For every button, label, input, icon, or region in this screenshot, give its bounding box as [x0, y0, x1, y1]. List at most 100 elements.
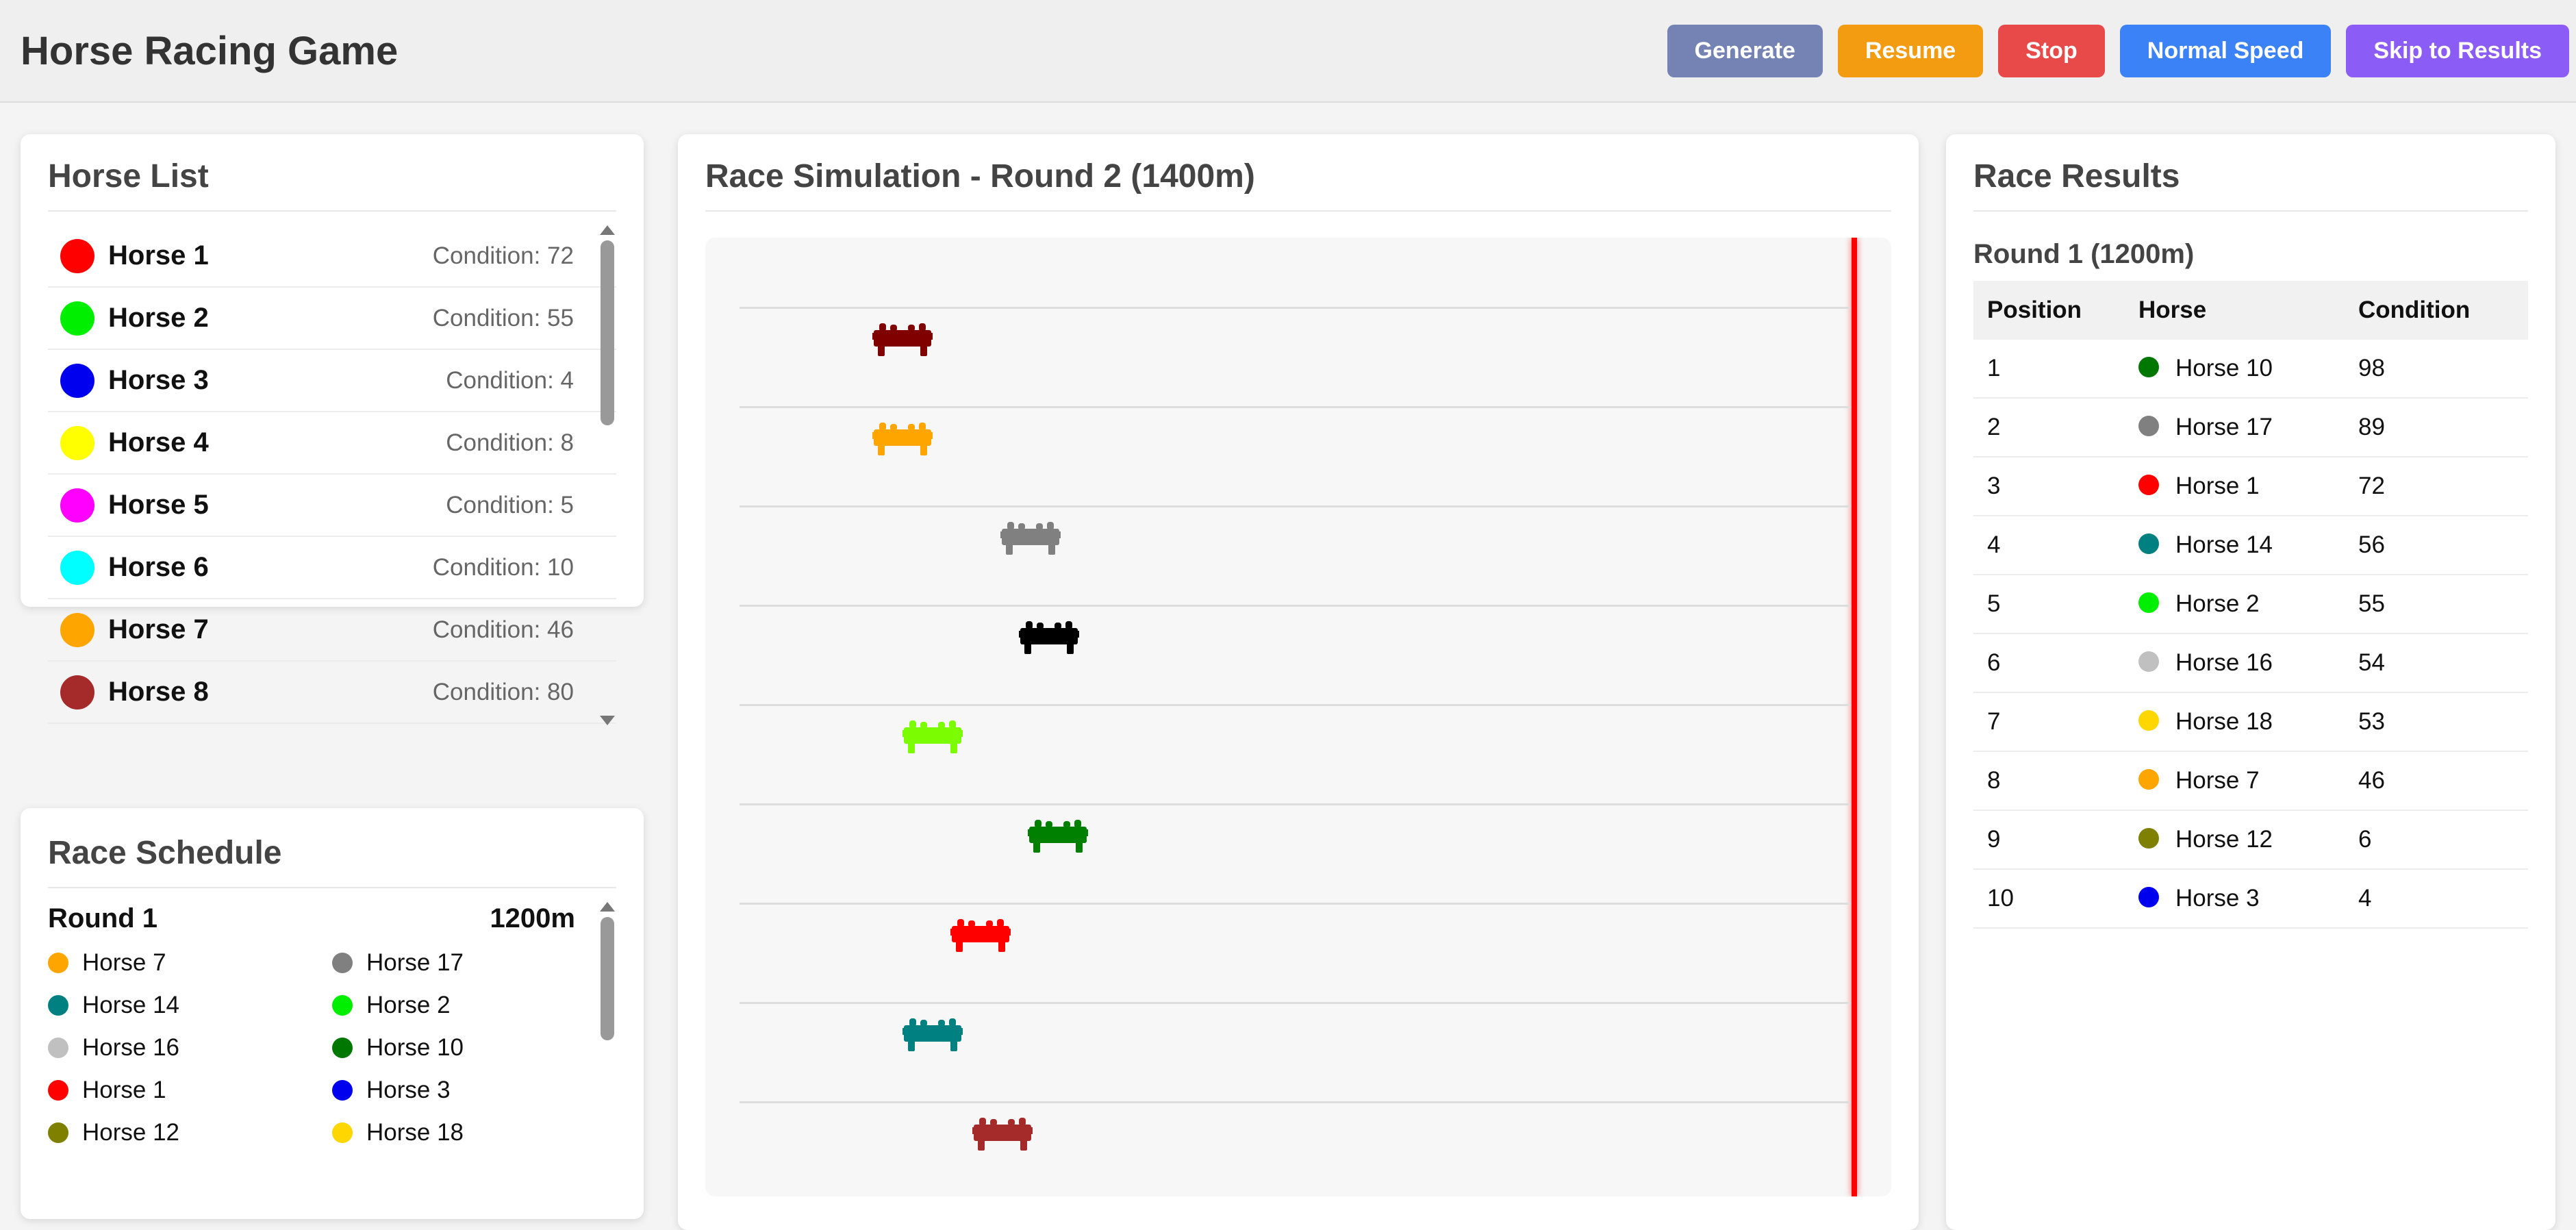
race-schedule-title: Race Schedule [48, 834, 616, 888]
result-condition: 6 [2345, 810, 2528, 870]
horse-condition: Condition: 72 [432, 242, 574, 269]
horse-list-item[interactable]: Horse 6 Condition: 10 [48, 537, 616, 599]
horse-list-item[interactable]: Horse 4 Condition: 8 [48, 412, 616, 475]
horse-color-icon [60, 425, 94, 460]
schedule-round-distance: 1200m [490, 903, 575, 933]
result-condition: 4 [2345, 869, 2528, 929]
horse-list-item[interactable]: Horse 8 Condition: 80 [48, 662, 616, 724]
toolbar: Generate Resume Stop Normal Speed Skip t… [1667, 24, 2569, 77]
schedule-entry: Horse 17 [332, 949, 579, 977]
result-horse: Horse 18 [2125, 692, 2345, 752]
schedule-entry: Horse 12 [48, 1119, 332, 1146]
scrollbar-thumb[interactable] [601, 917, 614, 1040]
horse-color-icon [60, 301, 94, 336]
result-condition: 98 [2345, 340, 2528, 399]
horse-color-icon [2138, 474, 2159, 495]
results-row: 10 Horse 3 4 [1973, 869, 2528, 929]
horse-color-icon [332, 1122, 353, 1143]
horse-name: Horse 8 [108, 677, 209, 707]
horse-list-item[interactable]: Horse 1 Condition: 72 [48, 225, 616, 288]
scroll-down-icon[interactable] [600, 716, 615, 725]
race-simulation-title: Race Simulation - Round 2 (1400m) [705, 158, 1891, 212]
generate-button[interactable]: Generate [1667, 24, 1823, 77]
horse-color-icon [60, 675, 94, 710]
schedule-horse-name: Horse 16 [82, 1034, 180, 1061]
result-horse: Horse 3 [2125, 869, 2345, 929]
race-lane [740, 1002, 1850, 1103]
result-position: 4 [1973, 516, 2125, 575]
condition-column-header: Condition [2345, 281, 2528, 340]
result-horse: Horse 17 [2125, 398, 2345, 457]
schedule-horse-name: Horse 12 [82, 1119, 180, 1146]
result-horse-name: Horse 18 [2175, 708, 2273, 735]
result-horse-name: Horse 1 [2175, 473, 2260, 499]
result-horse-name: Horse 14 [2175, 531, 2273, 558]
horse-color-icon [48, 953, 68, 973]
result-horse: Horse 12 [2125, 810, 2345, 870]
schedule-horse-name: Horse 3 [366, 1077, 451, 1103]
horse-color-icon [2138, 533, 2159, 554]
schedule-entry: Horse 16 [48, 1034, 332, 1062]
result-horse-name: Horse 12 [2175, 826, 2273, 853]
schedule-scrollbar[interactable] [598, 902, 616, 1107]
position-column-header: Position [1973, 281, 2125, 340]
horse-list-scrollbar[interactable] [598, 225, 616, 725]
schedule-entry: Horse 18 [332, 1119, 579, 1146]
horse-list-item[interactable]: Horse 5 Condition: 5 [48, 475, 616, 537]
results-row: 3 Horse 1 72 [1973, 457, 2528, 516]
horse-color-icon [48, 995, 68, 1016]
schedule-entries: Horse 7 Horse 17 Horse 14 Horse 2 Horse 16 Ho… [48, 949, 616, 1146]
race-lane [740, 505, 1850, 607]
result-position: 10 [1973, 869, 2125, 929]
schedule-round-header: Round 1 1200m [48, 903, 616, 934]
race-simulation-panel: Race Simulation - Round 2 (1400m) [678, 134, 1919, 1230]
result-position: 6 [1973, 633, 2125, 693]
main-content: Horse List Horse 1 Condition: 72 Horse 2 Co… [0, 103, 2576, 1230]
horse-condition: Condition: 5 [446, 491, 574, 518]
result-condition: 56 [2345, 516, 2528, 575]
results-row: 4 Horse 14 56 [1973, 516, 2528, 575]
horse-color-icon [60, 550, 94, 585]
stop-button[interactable]: Stop [1998, 24, 2105, 77]
schedule-horse-name: Horse 10 [366, 1034, 464, 1061]
horse-list-scroll[interactable]: Horse 1 Condition: 72 Horse 2 Condition: 55… [48, 225, 616, 732]
race-lane [740, 704, 1850, 805]
race-schedule-panel: Race Schedule Round 1 1200m Horse 7 Horse… [21, 808, 644, 1219]
horse-list-item[interactable]: Horse 7 Condition: 46 [48, 599, 616, 662]
schedule-horse-name: Horse 17 [366, 949, 464, 976]
horse-color-icon [2138, 356, 2159, 377]
result-horse: Horse 14 [2125, 516, 2345, 575]
results-round-title: Round 1 (1200m) [1973, 239, 2195, 269]
result-horse-name: Horse 16 [2175, 649, 2273, 676]
resume-button[interactable]: Resume [1837, 24, 1984, 77]
horse-condition: Condition: 8 [446, 429, 574, 456]
horse-list-item[interactable]: Horse 2 Condition: 55 [48, 288, 616, 350]
scroll-up-icon[interactable] [600, 902, 615, 912]
horse-name: Horse 3 [108, 365, 209, 395]
horse-color-icon [332, 1038, 353, 1058]
horse-condition: Condition: 10 [432, 553, 574, 581]
horse-color-icon [48, 1080, 68, 1101]
result-position: 1 [1973, 340, 2125, 399]
result-position: 7 [1973, 692, 2125, 752]
horse-color-icon [2138, 827, 2159, 849]
speed-button[interactable]: Normal Speed [2119, 24, 2332, 77]
horse-condition: Condition: 80 [432, 678, 574, 705]
skip-to-results-button[interactable]: Skip to Results [2346, 24, 2569, 77]
app-title: Horse Racing Game [21, 28, 399, 73]
scrollbar-thumb[interactable] [601, 240, 614, 425]
horse-list-title: Horse List [48, 158, 616, 212]
horse-condition: Condition: 4 [446, 366, 574, 394]
horse-color-icon [2138, 592, 2159, 613]
horse-runner-icon [972, 1115, 1033, 1152]
horse-list-item[interactable]: Horse 3 Condition: 4 [48, 350, 616, 412]
result-condition: 46 [2345, 751, 2528, 811]
horse-name: Horse 7 [108, 614, 209, 644]
horse-color-icon [2138, 651, 2159, 672]
horse-name: Horse 6 [108, 552, 209, 582]
result-condition: 89 [2345, 398, 2528, 457]
scroll-up-icon[interactable] [600, 225, 615, 235]
horse-name: Horse 4 [108, 427, 209, 457]
horse-color-icon [48, 1038, 68, 1058]
result-horse: Horse 10 [2125, 340, 2345, 399]
